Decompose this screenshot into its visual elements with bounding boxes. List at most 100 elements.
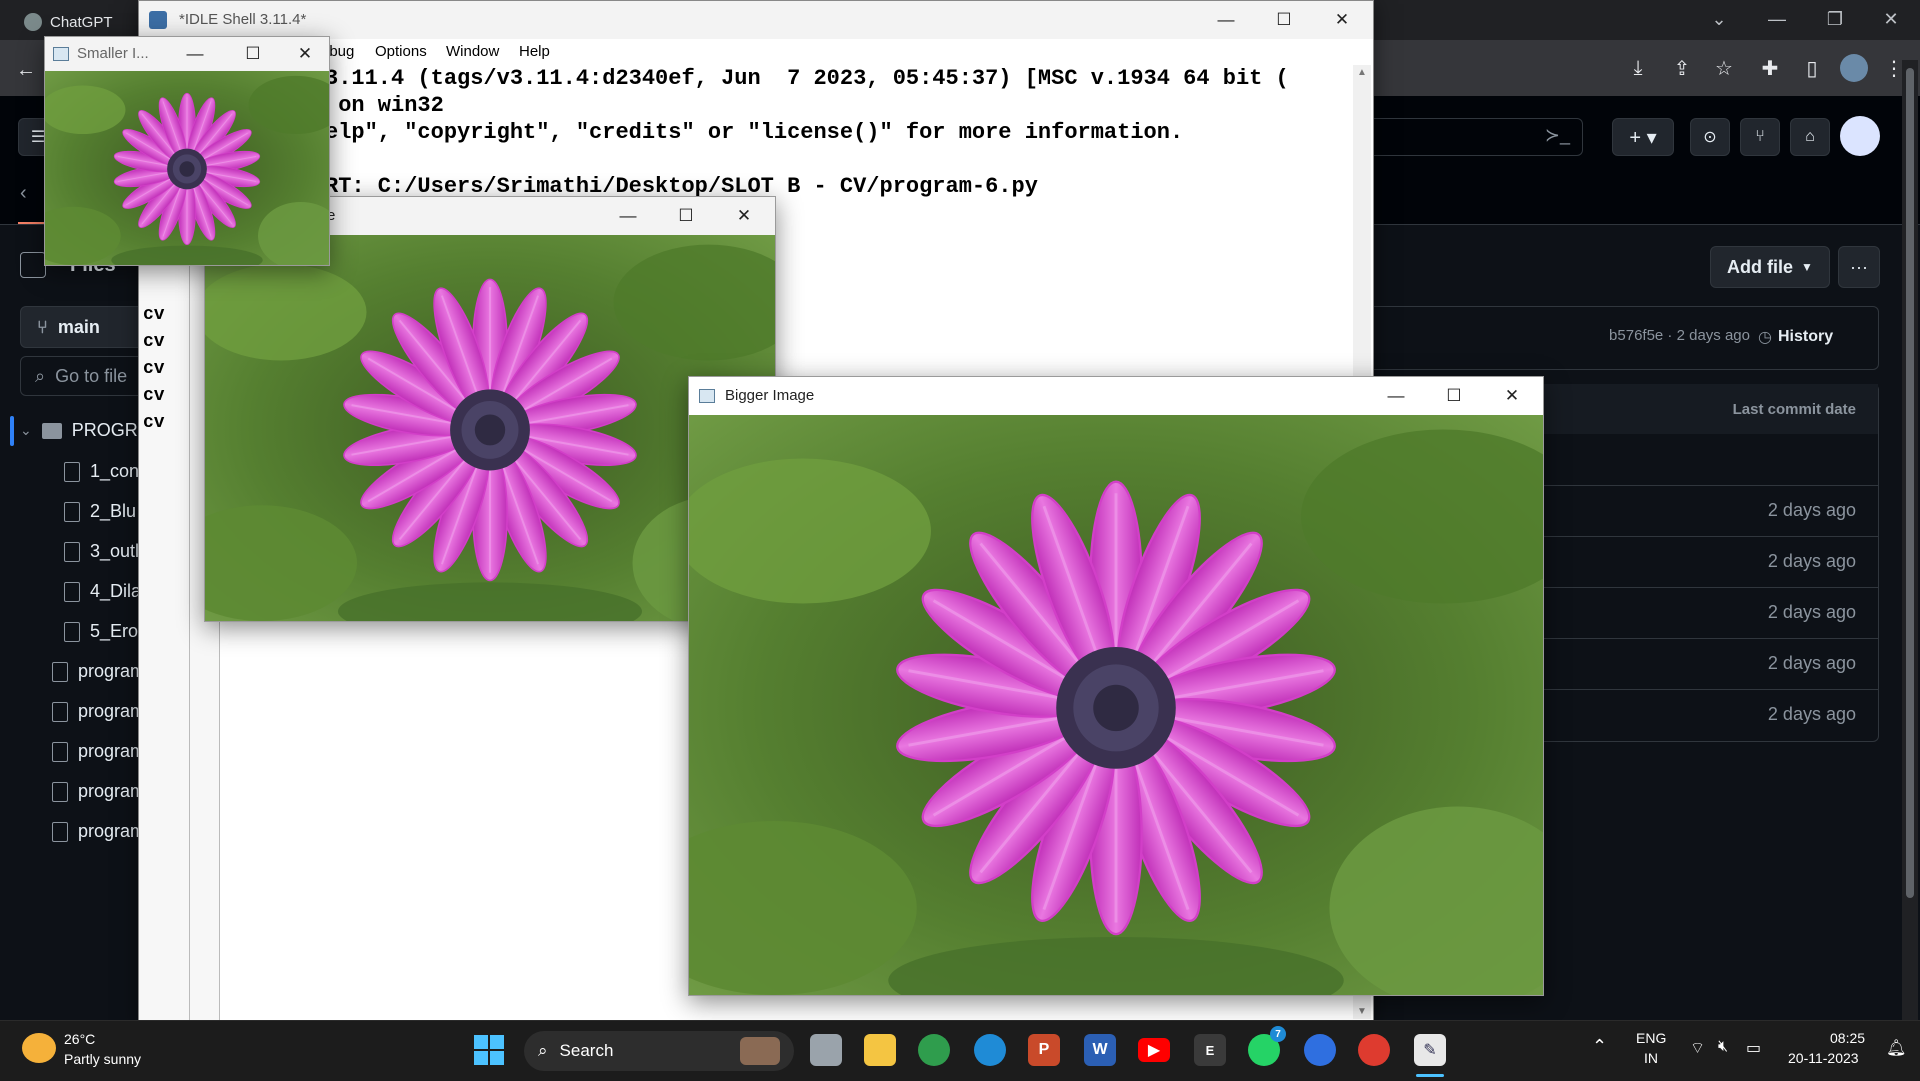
middle-minimize-button[interactable]: — — [599, 197, 657, 235]
tree-file-1[interactable]: 1_conv — [64, 461, 148, 482]
wifi-icon[interactable]: ⌔ — [1690, 1038, 1705, 1058]
root-file-5[interactable]: program — [52, 821, 145, 842]
smaller-title-text: Smaller I... — [77, 45, 149, 62]
flower-image-large — [689, 415, 1543, 995]
idle-title-text: *IDLE Shell 3.11.4* — [179, 11, 307, 28]
bigger-minimize-button[interactable]: — — [1367, 377, 1425, 415]
notifications-bell-icon[interactable]: 🔔︎ — [1886, 1038, 1906, 1058]
folder-icon — [41, 422, 62, 439]
install-icon[interactable]: ⤓ — [1624, 54, 1652, 82]
search-icon: ⌕ — [35, 365, 46, 386]
chrome-close-button[interactable]: ✕ — [1862, 0, 1920, 38]
chrome-minimize-button[interactable]: — — [1748, 0, 1806, 38]
idle-task-icon[interactable]: ✎ — [1414, 1034, 1446, 1066]
add-file-button[interactable]: Add file ▼ — [1710, 246, 1830, 288]
scroll-up-icon[interactable]: ▲ — [1357, 67, 1367, 78]
language-line1[interactable]: ENG — [1636, 1030, 1666, 1046]
smaller-image-window: Smaller I... — ☐ ✕ — [44, 36, 330, 266]
tree-file-3[interactable]: 3_outl — [64, 541, 139, 562]
windows-start-icon[interactable] — [474, 1035, 504, 1065]
root-file-4[interactable]: program — [52, 781, 145, 802]
tray-overflow-chevron-icon[interactable]: ⌃ — [1592, 1036, 1607, 1057]
github-user-avatar[interactable] — [1840, 116, 1880, 156]
task-view-icon[interactable] — [810, 1034, 842, 1066]
powerpoint-icon[interactable]: P — [1028, 1034, 1060, 1066]
bigger-close-button[interactable]: ✕ — [1483, 377, 1541, 415]
menu-options[interactable]: Options — [375, 43, 427, 60]
word-icon[interactable]: W — [1084, 1034, 1116, 1066]
bigger-maximize-button[interactable]: ☐ — [1425, 377, 1483, 415]
share-icon[interactable]: ⇪ — [1668, 54, 1696, 82]
pull-requests-icon[interactable]: ⑂ — [1740, 118, 1780, 156]
folder-row[interactable]: ⌄ PROGR — [20, 420, 138, 441]
chrome-icon[interactable] — [918, 1034, 950, 1066]
tree-file-2[interactable]: 2_Blu — [64, 501, 136, 522]
side-panel-icon[interactable]: ▯ — [1798, 54, 1826, 82]
extensions-icon[interactable]: ✚ — [1756, 54, 1784, 82]
smaller-titlebar: Smaller I... — ☐ ✕ — [45, 37, 329, 71]
issues-icon[interactable]: ⊙ — [1690, 118, 1730, 156]
back-arrow-icon[interactable]: ← — [12, 56, 40, 84]
language-line2[interactable]: IN — [1644, 1050, 1658, 1066]
volume-muted-icon[interactable]: 🔇︎ — [1718, 1038, 1728, 1056]
scrollbar-thumb[interactable] — [1906, 68, 1914, 898]
chrome-tab-search-icon[interactable]: ⌄ — [1690, 0, 1748, 38]
taskbar-search-label: Search — [559, 1041, 614, 1060]
whatsapp-icon[interactable]: 7 — [1248, 1026, 1286, 1066]
smaller-close-button[interactable]: ✕ — [281, 37, 329, 71]
middle-maximize-button[interactable]: ☐ — [657, 197, 715, 235]
profile-avatar[interactable] — [1840, 54, 1868, 82]
shell-line: on win32 — [325, 93, 444, 118]
scroll-down-icon[interactable]: ▼ — [1357, 1006, 1367, 1017]
selected-indicator — [10, 416, 14, 446]
idle-close-button[interactable]: ✕ — [1313, 1, 1371, 39]
weather-sun-icon[interactable] — [22, 1033, 56, 1063]
file-icon — [52, 701, 68, 722]
smaller-maximize-button[interactable]: ☐ — [225, 37, 281, 71]
clock-date[interactable]: 20-11-2023 — [1788, 1050, 1859, 1066]
shell-line: 3.11.4 (tags/v3.11.4:d2340ef, Jun 7 2023… — [325, 66, 1289, 91]
branch-name: main — [57, 316, 100, 337]
chrome-restore-button[interactable]: ❐ — [1806, 0, 1864, 38]
chrome-tab-chatgpt[interactable]: ChatGPT — [10, 4, 144, 40]
middle-close-button[interactable]: ✕ — [715, 197, 773, 235]
bookmark-star-icon[interactable]: ☆ — [1710, 54, 1738, 82]
root-file-2[interactable]: program — [52, 701, 145, 722]
e-app-icon[interactable]: E — [1194, 1034, 1226, 1066]
page-scrollbar[interactable] — [1902, 60, 1918, 1020]
branch-icon: ⑂ — [37, 316, 48, 337]
weather-temp[interactable]: 26°C — [64, 1031, 95, 1047]
clock-time[interactable]: 08:25 — [1830, 1030, 1865, 1046]
file-name: program — [78, 781, 146, 801]
app-store-icon[interactable] — [1304, 1034, 1336, 1066]
more-options-icon[interactable]: ··· — [1838, 246, 1880, 288]
chrome-profile-icon[interactable] — [1358, 1034, 1390, 1066]
bigger-title-text: Bigger Image — [725, 387, 815, 404]
inbox-icon[interactable]: ⌂ — [1790, 118, 1830, 156]
sidebar-toggle-icon[interactable] — [20, 252, 46, 278]
file-explorer-icon[interactable] — [864, 1034, 896, 1066]
file-icon — [64, 461, 80, 482]
file-name: program — [78, 821, 146, 841]
youtube-icon[interactable]: ▶ — [1138, 1038, 1170, 1062]
chatgpt-icon — [24, 13, 42, 31]
weather-desc[interactable]: Partly sunny — [64, 1051, 141, 1067]
search-icon: ⌕ — [538, 1041, 548, 1060]
taskbar-search-box[interactable]: ⌕ Search — [524, 1031, 794, 1071]
idle-minimize-button[interactable]: — — [1197, 1, 1255, 39]
edge-icon[interactable] — [974, 1034, 1006, 1066]
idle-maximize-button[interactable]: ☐ — [1255, 1, 1313, 39]
root-file-3[interactable]: program — [52, 741, 145, 762]
history-link[interactable]: ◷ History — [1758, 319, 1858, 355]
smaller-minimize-button[interactable]: — — [167, 37, 223, 71]
menu-window[interactable]: Window — [446, 43, 499, 60]
tree-file-5[interactable]: 5_Ero — [64, 621, 138, 642]
collapse-chevron-icon[interactable]: ‹ — [20, 182, 27, 205]
github-search-box[interactable]: ≻_ — [1372, 118, 1583, 156]
tree-file-4[interactable]: 4_Dila — [64, 581, 141, 602]
command-palette-icon[interactable]: ≻_ — [1545, 125, 1570, 146]
create-new-button[interactable]: + ▾ — [1612, 118, 1674, 156]
battery-icon[interactable]: ▭ — [1746, 1038, 1761, 1058]
menu-help[interactable]: Help — [519, 43, 550, 60]
root-file-1[interactable]: program — [52, 661, 145, 682]
